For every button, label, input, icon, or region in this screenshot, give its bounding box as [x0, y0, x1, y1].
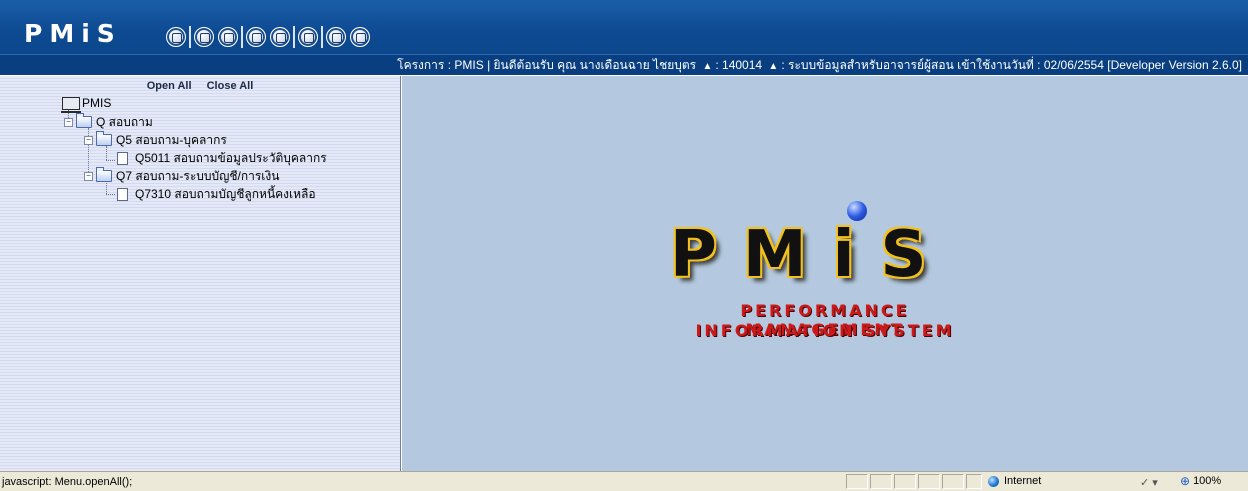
status-panel: [942, 474, 964, 489]
status-panel: [966, 474, 982, 489]
group-icon: ▲: [768, 61, 779, 72]
zone-label: Internet: [1004, 475, 1042, 487]
tool-icon-6[interactable]: [298, 27, 318, 47]
computer-icon: [61, 96, 81, 113]
user-icon: ▲: [702, 61, 713, 72]
zoom-icon: ⊕: [1180, 474, 1191, 488]
collapse-icon[interactable]: −: [84, 171, 93, 181]
system-name: : ระบบข้อมูลสำหรับอาจารย์ผู้สอน: [781, 58, 954, 72]
tree-item-label: Q5011 สอบถามข้อมูลประวัติบุคลากร: [135, 151, 327, 165]
tree-item-label: Q5 สอบถาม-บุคลากร: [116, 133, 227, 147]
toolbar: [166, 25, 374, 49]
collapse-icon[interactable]: −: [64, 117, 73, 127]
pmis-brand-logo: PMiS PERFORMANCE MANAGEMENT INFORMATION …: [670, 201, 980, 341]
collapse-icon[interactable]: −: [84, 135, 93, 145]
user-id: : 140014: [715, 58, 763, 72]
tree-root-pmis[interactable]: PMIS: [61, 95, 112, 113]
tree-item-q5011[interactable]: Q5011 สอบถามข้อมูลประวัติบุคลากร: [117, 150, 327, 166]
tool-icon-2[interactable]: [194, 27, 214, 47]
tool-icon-5[interactable]: [270, 27, 290, 47]
toolbar-divider: [189, 26, 191, 48]
status-panel: [870, 474, 892, 489]
main-content: PMiS PERFORMANCE MANAGEMENT INFORMATION …: [402, 76, 1248, 471]
welcome-text: | ยินดีต้อนรับ คุณ นางเดือนฉาย ไชยบุตร: [487, 58, 697, 72]
app-logo: PMiS: [24, 19, 122, 48]
tree-connector: [106, 146, 107, 160]
browser-status-bar: javascript: Menu.openAll(); Internet ✓ ▾…: [0, 471, 1248, 491]
security-zone[interactable]: Internet: [988, 474, 1041, 489]
tool-icon-3[interactable]: [218, 27, 238, 47]
document-icon: [117, 187, 128, 201]
tree-item-q[interactable]: − Q สอบถาม: [64, 113, 153, 130]
toolbar-divider: [321, 26, 323, 48]
protected-mode-icon[interactable]: ✓ ▾: [1140, 476, 1158, 489]
project-name: PMIS: [454, 58, 484, 72]
tree-connector: [106, 194, 115, 195]
globe-icon: [988, 476, 999, 487]
tree-item-label: Q สอบถาม: [96, 115, 153, 129]
project-label: โครงการ :: [397, 58, 452, 72]
tool-icon-4[interactable]: [246, 27, 266, 47]
folder-open-icon: [96, 167, 112, 182]
zoom-control[interactable]: ⊕ 100%: [1180, 474, 1221, 489]
tool-icon-8[interactable]: [350, 27, 370, 47]
folder-open-icon: [76, 113, 92, 128]
logo-letters: PMiS: [670, 218, 953, 292]
status-panel: [894, 474, 916, 489]
toolbar-divider: [241, 26, 243, 48]
logo-tagline-2: INFORMATION SYSTEM: [695, 321, 955, 340]
status-panel: [846, 474, 868, 489]
tree-item-q7[interactable]: − Q7 สอบถาม-ระบบบัญชี/การเงิน: [84, 167, 280, 184]
zoom-level: 100%: [1193, 475, 1222, 487]
tree-connector: [106, 160, 115, 161]
status-panel: [918, 474, 940, 489]
app-header: PMiS: [0, 0, 1248, 54]
tree-item-label: Q7310 สอบถามบัญชีลูกหนี้คงเหลือ: [135, 187, 316, 201]
menu-tree: PMIS − Q สอบถาม − Q5 สอบถาม-บุคลากร Q501…: [0, 76, 400, 471]
login-date: เข้าใช้งานวันที่ : 02/06/2554: [957, 58, 1104, 72]
tree-item-q7310[interactable]: Q7310 สอบถามบัญชีลูกหนี้คงเหลือ: [117, 186, 316, 202]
version-label: [Developer Version 2.6.0]: [1107, 58, 1242, 72]
tool-icon-1[interactable]: [166, 27, 186, 47]
folder-open-icon: [96, 131, 112, 146]
session-info-bar: โครงการ : PMIS | ยินดีต้อนรับ คุณ นางเดื…: [0, 54, 1248, 75]
status-text: javascript: Menu.openAll();: [2, 476, 133, 488]
tree-item-q5[interactable]: − Q5 สอบถาม-บุคลากร: [84, 131, 227, 148]
tool-icon-7[interactable]: [326, 27, 346, 47]
toolbar-divider: [293, 26, 295, 48]
tree-root-label: PMIS: [82, 96, 112, 110]
tree-item-label: Q7 สอบถาม-ระบบบัญชี/การเงิน: [116, 169, 280, 183]
document-icon: [117, 151, 128, 165]
menu-pane: Open All Close All PMIS − Q สอบถาม − Q5 …: [0, 76, 401, 471]
